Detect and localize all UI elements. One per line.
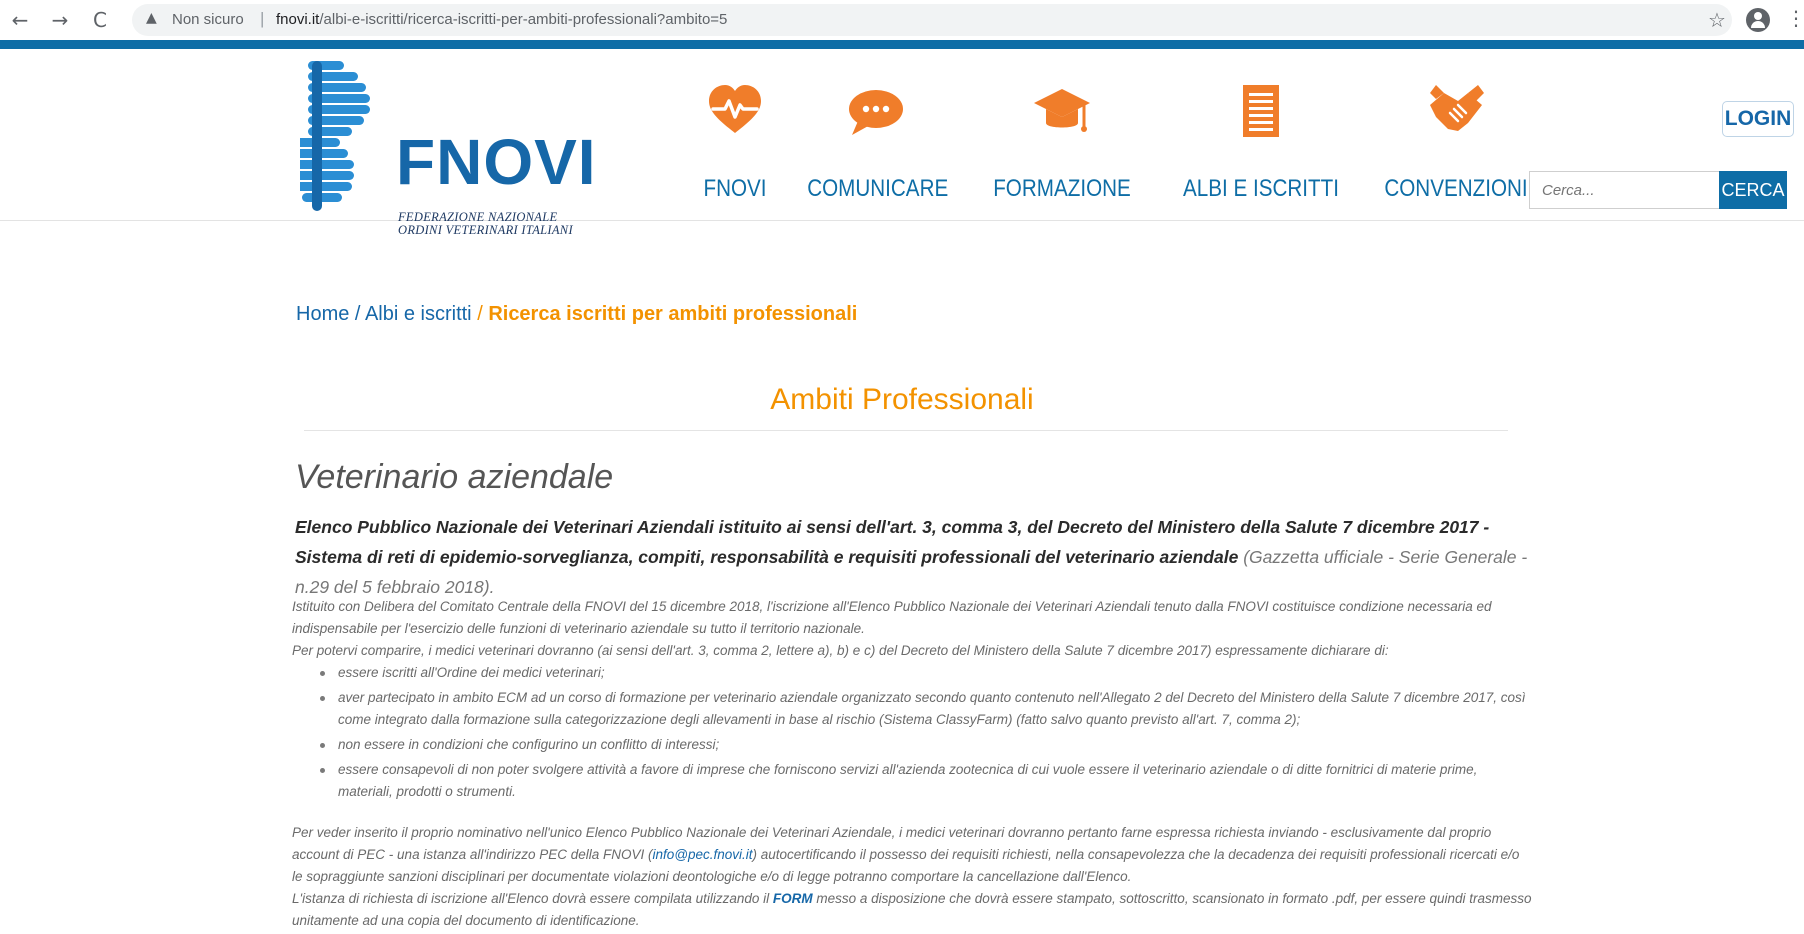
breadcrumb-albi[interactable]: Albi e iscritti [365,303,472,325]
instructions-paragraph: Per veder inserito il proprio nominativo… [292,822,1532,932]
search-input[interactable] [1529,171,1719,209]
breadcrumb-separator: / [349,303,365,325]
speech-bubble-icon [849,90,903,135]
profile-avatar-icon[interactable] [1746,8,1770,32]
breadcrumb-home[interactable]: Home [296,303,349,325]
intro-text: Istituito con Delibera del Comitato Cent… [292,599,1492,636]
address-bar[interactable]: ▲ Non sicuro | fnovi.it/albi-e-iscritti/… [132,4,1732,36]
requirements-list: essere iscritti all'Ordine dei medici ve… [320,662,1530,806]
not-secure-label[interactable]: Non sicuro [172,11,244,28]
breadcrumb: Home / Albi e iscritti / Ricerca iscritt… [296,303,857,326]
form-link[interactable]: FORM [773,891,813,906]
intro-paragraph: Istituito con Delibera del Comitato Cent… [292,596,1532,662]
list-item: essere consapevoli di non poter svolgere… [320,759,1530,803]
address-separator: | [260,9,265,28]
list-item: essere iscritti all'Ordine dei medici ve… [320,662,1530,684]
section-title: Ambiti Professionali [770,383,1034,416]
forward-arrow-icon[interactable]: → [48,8,72,32]
browser-toolbar: ← → C ▲ Non sicuro | fnovi.it/albi-e-isc… [0,0,1804,40]
heart-pulse-icon [709,85,761,133]
top-accent-bar [0,40,1804,49]
nav-label-formazione: FORMAZIONE [993,175,1131,202]
warning-icon[interactable]: ▲ [146,10,157,26]
document-list-icon [1243,85,1279,137]
intro-requirements-text: Per potervi comparire, i medici veterina… [292,643,1389,658]
url-domain: fnovi.it [276,11,320,28]
reload-icon[interactable]: C [88,8,112,32]
nav-label-convenzioni: CONVENZIONI [1384,175,1528,202]
browser-menu-icon[interactable]: ⋮ [1786,6,1804,30]
nav-item-comunicare[interactable]: COMUNICARE [796,83,956,213]
list-item: aver partecipato in ambito ECM ad un cor… [320,687,1530,731]
login-button[interactable]: LOGIN [1722,101,1794,137]
lead-paragraph: Elenco Pubblico Nazionale dei Veterinari… [295,512,1535,602]
url-text[interactable]: fnovi.it/albi-e-iscritti/ricerca-iscritt… [276,11,727,28]
breadcrumb-current: Ricerca iscritti per ambiti professional… [488,303,858,325]
search-button[interactable]: CERCA [1719,171,1787,209]
handshake-icon [1430,85,1484,131]
nav-label-albi-e-iscritti: ALBI E ISCRITTI [1183,175,1339,202]
pec-email-link[interactable]: info@pec.fnovi.it [652,847,752,862]
section-divider [304,430,1508,431]
nav-label-fnovi: FNOVI [703,175,767,202]
nav-item-convenzioni[interactable]: CONVENZIONI [1368,83,1544,213]
logo-title[interactable]: FNOVI [396,125,597,199]
list-item: non essere in condizioni che configurino… [320,734,1530,756]
url-path: /albi-e-iscritti/ricerca-iscritti-per-am… [319,11,728,28]
form-instructions-a: L'istanza di richiesta di iscrizione all… [292,891,773,906]
bookmark-star-icon[interactable]: ☆ [1708,8,1726,32]
nav-label-comunicare: COMUNICARE [807,175,949,202]
nav-item-fnovi[interactable]: FNOVI [680,83,790,213]
graduation-cap-icon [1034,89,1090,132]
logo-subtitle-line2: ORDINI VETERINARI ITALIANI [398,223,573,237]
page-heading: Veterinario aziendale [295,458,614,496]
breadcrumb-separator: / [471,303,489,325]
back-arrow-icon[interactable]: ← [8,8,32,32]
nav-item-albi-e-iscritti[interactable]: ALBI E ISCRITTI [1166,83,1356,213]
nav-item-formazione[interactable]: FORMAZIONE [982,83,1142,213]
